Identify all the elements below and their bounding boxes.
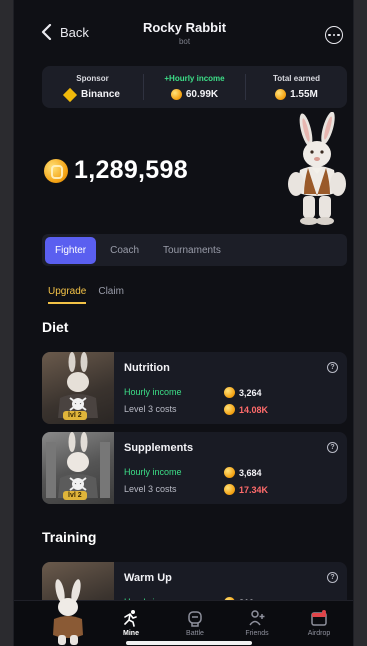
subtab-claim[interactable]: Claim bbox=[98, 286, 124, 304]
nav-label: Battle bbox=[186, 630, 204, 637]
section-title-training: Training bbox=[42, 529, 97, 545]
header: Back Rocky Rabbit bot bbox=[14, 14, 353, 56]
coin-icon bbox=[224, 484, 235, 495]
more-dot bbox=[332, 33, 336, 37]
title-block: Rocky Rabbit bot bbox=[14, 20, 353, 46]
binance-icon bbox=[62, 87, 78, 102]
info-icon[interactable]: ? bbox=[327, 442, 338, 453]
nav-label: Airdrop bbox=[307, 630, 331, 637]
section-title-diet: Diet bbox=[42, 319, 69, 335]
stat-value: 60.99K bbox=[185, 89, 219, 100]
nav-battle[interactable]: Battle bbox=[168, 609, 222, 637]
coin-icon bbox=[224, 404, 235, 415]
subtab-upgrade[interactable]: Upgrade bbox=[48, 286, 87, 304]
income-row: Hourly income 3,684 bbox=[124, 467, 339, 478]
coin-icon bbox=[275, 89, 287, 100]
tab-fighter[interactable]: Fighter bbox=[45, 236, 97, 264]
more-options-button[interactable] bbox=[325, 26, 343, 44]
coin-icon bbox=[44, 158, 68, 183]
cost-label: Level 3 costs bbox=[124, 484, 177, 494]
card-title: Nutrition bbox=[124, 362, 170, 374]
home-indicator bbox=[126, 641, 252, 645]
income-value: 3,264 bbox=[239, 387, 262, 398]
nav-mine[interactable]: Mine bbox=[104, 609, 158, 637]
more-dots-icon bbox=[328, 33, 331, 37]
nav-label: Friends bbox=[245, 630, 269, 637]
tab-coach[interactable]: Coach bbox=[100, 237, 149, 264]
stat-value-row: Binance bbox=[42, 87, 143, 102]
coin-icon bbox=[170, 89, 182, 100]
stat-value-row: 1.55M bbox=[246, 89, 347, 100]
card-title: Warm Up bbox=[124, 572, 172, 584]
stat-hourly-income: +Hourly income 60.99K bbox=[143, 74, 245, 100]
card-title: Supplements bbox=[124, 442, 194, 454]
cost-row: Level 3 costs 14.08K bbox=[124, 404, 339, 415]
nav-label: Mine bbox=[123, 630, 139, 637]
friends-icon bbox=[249, 610, 265, 626]
balance-value: 1,289,598 bbox=[74, 156, 188, 184]
cost-value: 17.34K bbox=[239, 484, 269, 495]
cost-value-wrap: 17.34K bbox=[224, 484, 268, 495]
sub-tabs: Upgrade Claim bbox=[48, 286, 124, 304]
level-badge: lvl 2 bbox=[63, 411, 87, 420]
battle-icon bbox=[188, 611, 202, 627]
level-badge: lvl 2 bbox=[63, 491, 87, 500]
balance: 1,289,598 bbox=[44, 156, 188, 185]
stat-label: Total earned bbox=[273, 74, 320, 83]
tab-tournaments[interactable]: Tournaments bbox=[153, 237, 231, 264]
stat-label: +Hourly income bbox=[164, 74, 225, 83]
page-subtitle: bot bbox=[178, 37, 191, 46]
stats-bar: Sponsor Binance +Hourly income 60.99K To… bbox=[42, 66, 347, 108]
cost-value: 14.08K bbox=[239, 404, 269, 415]
cost-value-wrap: 14.08K bbox=[224, 404, 268, 415]
bottom-nav: Mine Battle Friends Airdrop bbox=[14, 579, 353, 646]
main-tabs: Fighter Coach Tournaments bbox=[42, 234, 347, 266]
nav-friends[interactable]: Friends bbox=[230, 609, 284, 637]
cost-label: Level 3 costs bbox=[124, 404, 177, 414]
income-value-wrap: 3,684 bbox=[224, 467, 262, 478]
stat-value: Binance bbox=[81, 89, 120, 100]
info-icon[interactable]: ? bbox=[327, 572, 338, 583]
income-value: 3,684 bbox=[239, 467, 262, 478]
airdrop-icon bbox=[311, 610, 327, 626]
nav-airdrop[interactable]: Airdrop bbox=[292, 609, 346, 637]
upgrade-card-nutrition[interactable]: lvl 2 Nutrition ? Hourly income 3,264 Le… bbox=[42, 352, 347, 424]
rabbit-character-image[interactable] bbox=[284, 112, 350, 226]
page-title: Rocky Rabbit bbox=[142, 20, 227, 35]
rabbit-avatar[interactable] bbox=[46, 579, 90, 646]
supplements-image: lvl 2 bbox=[42, 432, 114, 504]
stat-total-earned: Total earned 1.55M bbox=[245, 74, 347, 100]
stat-sponsor[interactable]: Sponsor Binance bbox=[42, 74, 143, 102]
more-dot bbox=[337, 33, 340, 37]
income-label: Hourly income bbox=[124, 387, 182, 397]
income-value-wrap: 3,264 bbox=[224, 387, 262, 398]
income-label: Hourly income bbox=[124, 467, 182, 477]
coin-icon bbox=[224, 387, 235, 398]
coin-icon bbox=[224, 467, 235, 478]
stat-value: 1.55M bbox=[290, 89, 318, 100]
nutrition-image: lvl 2 bbox=[42, 352, 114, 424]
stat-value-row: 60.99K bbox=[144, 89, 245, 100]
income-row: Hourly income 3,264 bbox=[124, 387, 339, 398]
app-frame: Back Rocky Rabbit bot Sponsor Binance +H… bbox=[13, 0, 354, 646]
upgrade-card-supplements[interactable]: lvl 2 Supplements ? Hourly income 3,684 … bbox=[42, 432, 347, 504]
stat-label: Sponsor bbox=[76, 74, 109, 83]
mine-icon bbox=[124, 610, 137, 627]
info-icon[interactable]: ? bbox=[327, 362, 338, 373]
cost-row: Level 3 costs 17.34K bbox=[124, 484, 339, 495]
